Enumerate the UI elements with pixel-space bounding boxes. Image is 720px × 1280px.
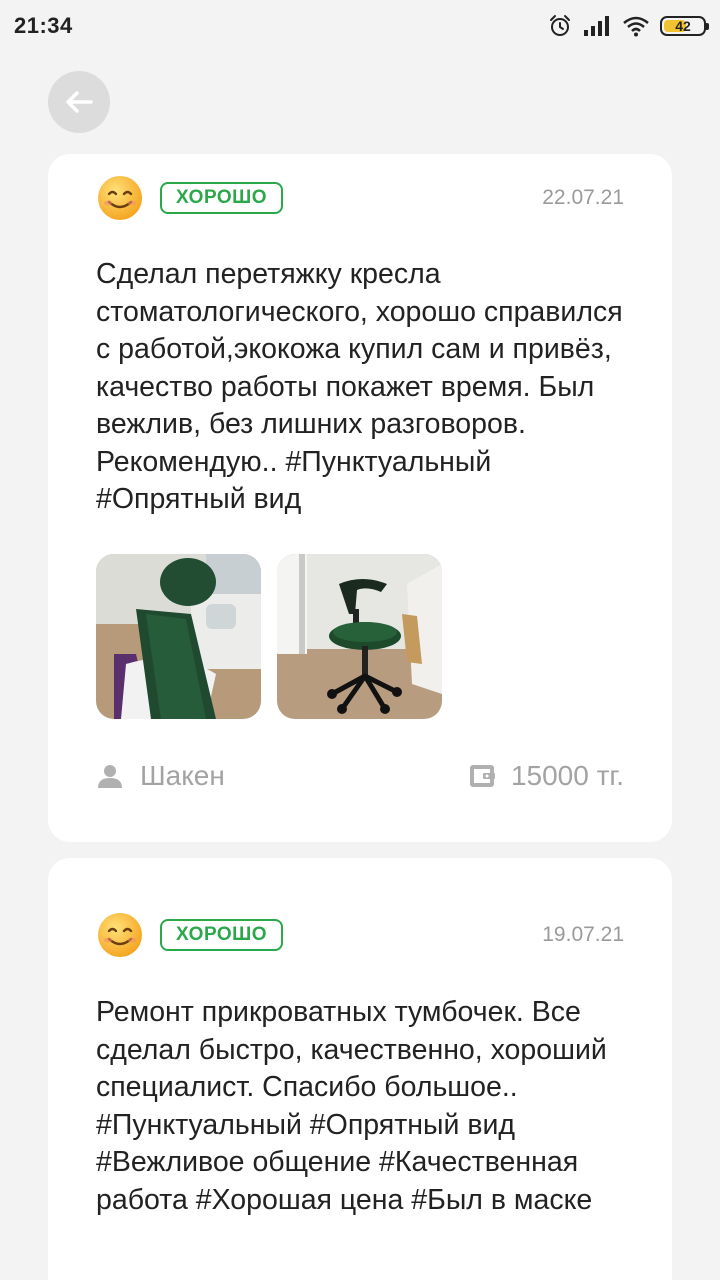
review-card: ХОРОШО 19.07.21 Ремонт прикроватных тумб… (48, 858, 672, 1280)
review-card: ХОРОШО 22.07.21 Сделал перетяжку кресла … (48, 154, 672, 842)
review-text: Ремонт прикроватных тумбочек. Все сделал… (96, 996, 607, 1216)
user-icon (98, 765, 122, 788)
rating-badge: ХОРОШО (160, 919, 284, 951)
dental-chair-photo[interactable] (96, 554, 261, 719)
review-header: ХОРОШО 19.07.21 (96, 911, 624, 959)
alarm-icon (548, 14, 572, 38)
wallet-icon (469, 765, 495, 787)
smiling-face-icon (98, 176, 142, 220)
smiling-face-icon (98, 913, 142, 957)
status-time: 21:34 (14, 13, 73, 38)
wifi-icon (622, 15, 650, 37)
back-button[interactable] (48, 71, 110, 133)
stool-chair-photo[interactable] (277, 554, 442, 719)
rating-badge: ХОРОШО (160, 182, 284, 214)
review-date: 19.07.21 (542, 923, 624, 946)
signal-icon (582, 15, 612, 37)
arrow-left-icon (66, 91, 93, 113)
battery-icon: 42 (660, 16, 709, 36)
screen: 21:34 42 ХОРОШО 22.07.21 Сделал перетяжк… (0, 0, 720, 1280)
status-bar: 21:34 42 (0, 0, 720, 52)
price-group: 15000 тг. (469, 760, 624, 792)
price: 15000 тг. (510, 760, 624, 791)
review-photos (96, 554, 442, 719)
status-icons: 42 (548, 14, 709, 38)
review-footer: Шакен 15000 тг. (96, 754, 624, 798)
battery-level: 42 (675, 18, 691, 34)
author-name: Шакен (140, 760, 225, 791)
review-text: Сделал перетяжку кресла стоматологическо… (96, 258, 623, 515)
review-date: 22.07.21 (542, 186, 624, 209)
review-header: ХОРОШО 22.07.21 (96, 174, 624, 222)
